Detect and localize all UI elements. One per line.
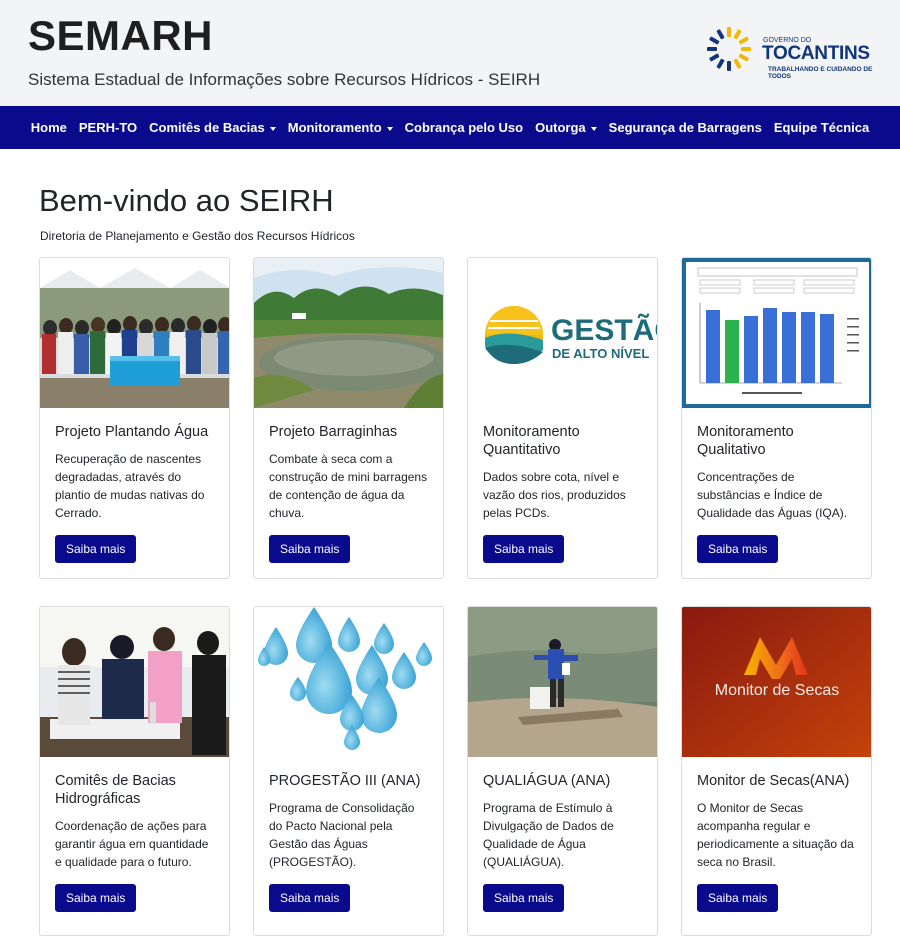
card-title: Projeto Barraginhas [269,424,398,440]
card-qualiagua: QUALIÁGUA (ANA) Programa de Estímulo à D… [467,606,658,936]
nav-item-monitoramento[interactable]: Monitoramento [282,120,399,135]
card-monitor-secas: Monitor de Secas Monitor de Secas(ANA) O… [681,606,872,936]
card-image-people-photo [40,607,229,757]
gov-tocantins-logo[interactable]: GOVERNO DO TOCANTINS TRABALHANDO E CUIDA… [706,26,886,80]
water-drops-icon [254,607,443,757]
card-title: Monitoramento Qualitativo [697,424,794,458]
saiba-mais-button[interactable]: Saiba mais [269,535,351,563]
card-image-group-photo [40,258,229,408]
card-monitoramento-qualitativo: Monitoramento Qualitativo Concentrações … [681,257,872,579]
card-barraginhas: Projeto Barraginhas Combate à seca com a… [253,257,444,579]
monitor-secas-logo-text: Monitor de Secas [715,682,840,699]
page-heading: Bem-vindo ao SEIRH [39,183,334,218]
card-image-gestao-logo: GESTÃO DE ALTO NÍVEL [468,258,658,408]
gov-logo-line2: TOCANTINS [762,43,870,64]
card-text: O Monitor de Secas acompanha regular e p… [697,801,854,869]
gov-logo-line3: TRABALHANDO E CUIDANDO DE TODOS [768,66,873,80]
caret-down-icon [386,126,393,131]
card-text: Dados sobre cota, nível e vazão dos rios… [483,470,626,520]
card-title: Monitor de Secas(ANA) [697,773,850,789]
card-title: Comitês de Bacias Hidrográficas [55,773,176,807]
card-title: QUALIÁGUA (ANA) [483,773,611,789]
main-navbar: Home PERH-TO Comitês de Bacias Monitoram… [0,106,900,149]
card-text: Programa de Consolidação do Pacto Nacion… [269,801,415,869]
card-monitoramento-quantitativo: GESTÃO DE ALTO NÍVEL Monitoramento Quant… [467,257,658,579]
card-image-water-drops [254,607,443,757]
card-text: Programa de Estímulo à Divulgação de Dad… [483,801,614,869]
site-header: SEMARH Sistema Estadual de Informações s… [0,0,900,106]
card-title: Monitoramento Quantitativo [483,424,580,458]
card-comites-bacias: Comitês de Bacias Hidrográficas Coordena… [39,606,230,936]
card-image-monitor-secas-logo: Monitor de Secas [682,607,871,757]
card-image-pond-photo [254,258,443,408]
saiba-mais-button[interactable]: Saiba mais [55,884,137,912]
card-progestao: PROGESTÃO III (ANA) Programa de Consolid… [253,606,444,936]
nav-item-comites[interactable]: Comitês de Bacias [143,120,282,135]
card-text: Combate à seca com a construção de mini … [269,452,428,520]
saiba-mais-button[interactable]: Saiba mais [269,884,351,912]
nav-item-seguranca-barragens[interactable]: Segurança de Barragens [603,120,768,135]
nav-item-perh-to[interactable]: PERH-TO [73,120,143,135]
nav-item-outorga[interactable]: Outorga [529,120,603,135]
card-title: Projeto Plantando Água [55,424,209,440]
saiba-mais-button[interactable]: Saiba mais [55,535,137,563]
card-plantando-agua: Projeto Plantando Água Recuperação de na… [39,257,230,579]
gestao-logo-text-1: GESTÃO [551,313,658,347]
nav-item-equipe-tecnica[interactable]: Equipe Técnica [768,120,875,135]
site-subtitle: Sistema Estadual de Informações sobre Re… [28,70,541,89]
caret-down-icon [590,126,597,131]
gestao-logo-text-2: DE ALTO NÍVEL [552,346,649,361]
saiba-mais-button[interactable]: Saiba mais [697,884,779,912]
page-lead: Diretoria de Planejamento e Gestão dos R… [40,229,355,243]
caret-down-icon [269,126,276,131]
nav-item-home[interactable]: Home [25,120,73,135]
site-title[interactable]: SEMARH [28,12,213,60]
card-text: Coordenação de ações para garantir água … [55,819,209,869]
gestao-logo-icon [485,306,543,364]
saiba-mais-button[interactable]: Saiba mais [483,535,565,563]
card-image-bar-chart-screenshot [682,258,871,408]
card-image-river-sampling-photo [468,607,657,757]
card-text: Recuperação de nascentes degradadas, atr… [55,452,205,520]
card-title: PROGESTÃO III (ANA) [269,773,421,789]
card-text: Concentrações de substâncias e Índice de… [697,470,848,520]
saiba-mais-button[interactable]: Saiba mais [697,535,779,563]
nav-item-cobranca[interactable]: Cobrança pelo Uso [399,120,529,135]
saiba-mais-button[interactable]: Saiba mais [483,884,565,912]
sun-logo-icon [707,27,751,71]
